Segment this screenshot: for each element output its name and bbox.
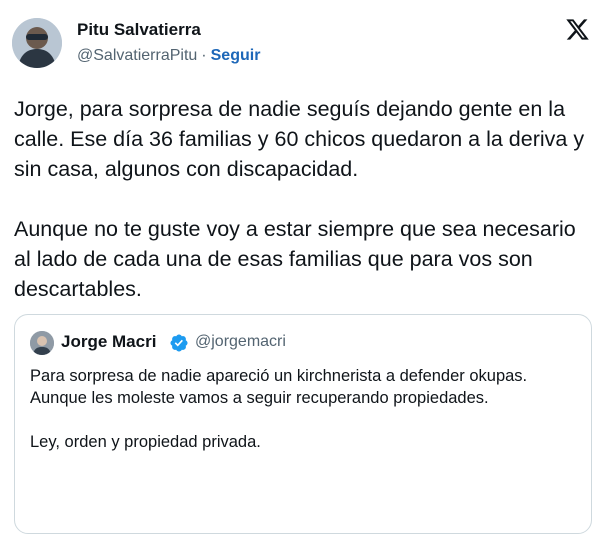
tweet-card: Pitu Salvatierra @SalvatierraPitu · Seguir… [0, 0, 593, 534]
follow-button[interactable]: Seguir [211, 47, 261, 64]
author-avatar[interactable] [12, 18, 62, 68]
tweet-body: Jorge, para sorpresa de nadie seguís dej… [14, 94, 589, 304]
x-logo-icon[interactable] [565, 17, 590, 42]
quoted-author-handle[interactable]: @jorgemacri [195, 333, 286, 351]
quoted-tweet-body: Para sorpresa de nadie apareció un kirch… [30, 365, 580, 453]
avatar-photo [12, 18, 62, 68]
quoted-line: Ley, orden y propiedad privada. [30, 433, 261, 451]
quoted-author-name[interactable]: Jorge Macri [61, 332, 156, 352]
author-meta: @SalvatierraPitu · Seguir [77, 47, 260, 65]
quoted-tweet[interactable]: Jorge Macri @jorgemacri Para sorpresa de… [14, 314, 592, 534]
quoted-line: Aunque les moleste vamos a seguir recupe… [30, 389, 489, 407]
tweet-paragraph: Aunque no te guste voy a estar siempre q… [14, 217, 576, 301]
quoted-line: Para sorpresa de nadie apareció un kirch… [30, 367, 528, 385]
author-name[interactable]: Pitu Salvatierra [77, 20, 201, 40]
quoted-author-avatar[interactable] [30, 331, 54, 355]
tweet-paragraph: Jorge, para sorpresa de nadie seguís dej… [14, 97, 585, 181]
separator-dot: · [201, 47, 207, 64]
verified-badge-icon [170, 334, 188, 352]
quoted-avatar-photo [30, 331, 54, 355]
author-handle[interactable]: @SalvatierraPitu [77, 47, 197, 64]
